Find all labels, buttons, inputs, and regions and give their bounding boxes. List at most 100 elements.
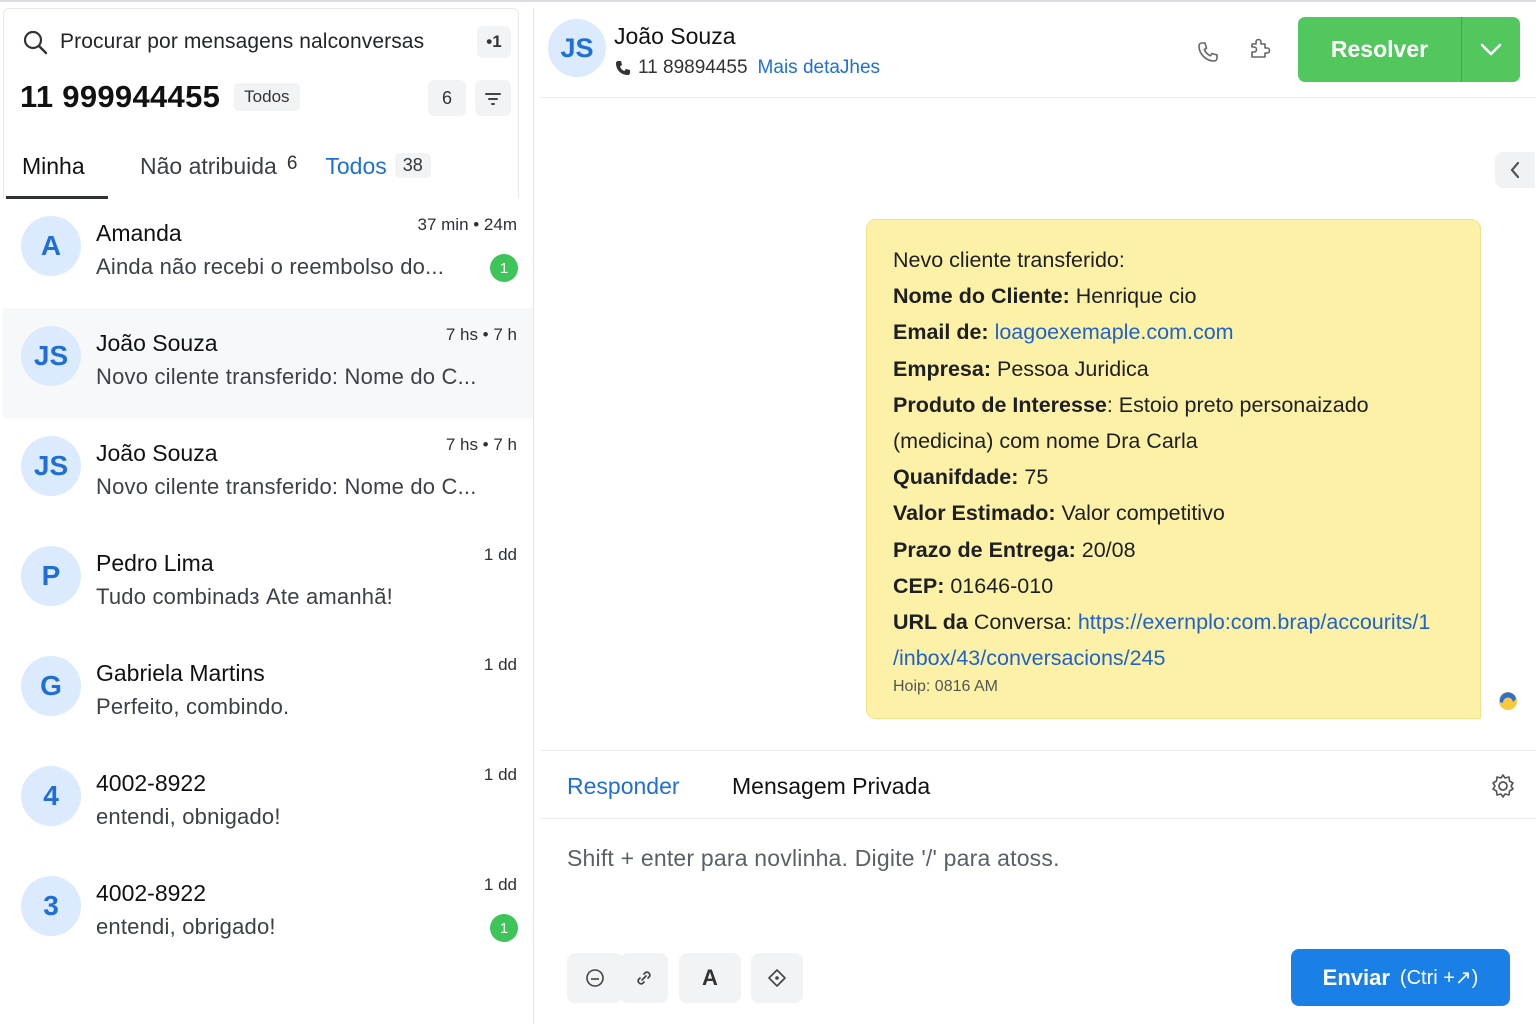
field-estimated-value: Valor Estimado: Valor competitivo — [893, 495, 1456, 531]
reply-tabs: Responder Mensagem Privada — [540, 751, 1536, 819]
contact-name: 4002-8922 — [96, 770, 206, 796]
private-note-bubble: Nevo cliente transferido: Nome do Client… — [866, 219, 1481, 719]
field-email: Email de: loagoexemaple.com.com — [893, 314, 1456, 350]
format-button[interactable]: A — [679, 953, 741, 1003]
conversation-item[interactable]: 4 4002-8922 entendi, obnigado! 1 dd — [3, 748, 533, 858]
contact-subline: 11 89894455 Mais detaJhes — [614, 57, 880, 79]
tab-private-note[interactable]: Mensagem Privada — [732, 773, 930, 800]
message-preview: Novo cilente transferido: Nome do C... — [96, 474, 477, 499]
timestamp: 37 min • 24m — [417, 215, 518, 234]
reply-box: Responder Mensagem Privada Shift + enter… — [540, 750, 1536, 1024]
contact-phone: 11 89894455 — [638, 57, 748, 78]
search-bar[interactable]: Procurar por mensagens nalconversas — [22, 27, 424, 57]
contact-name: João Souza — [614, 23, 736, 49]
send-shortcut-hint: (Ctri +↗) — [1399, 967, 1479, 989]
tag-icon — [768, 969, 786, 987]
send-label: Enviar — [1322, 964, 1390, 990]
field-label: URL da — [893, 610, 968, 635]
message-preview: entendi, obrigado! — [96, 914, 276, 939]
tab-reply[interactable]: Responder — [567, 773, 680, 800]
timestamp: 7 hs • 7 h — [445, 435, 517, 454]
field-url-continued: /inbox/43/conversacions/245 — [893, 640, 1456, 676]
avatar: G — [21, 656, 81, 716]
timestamp: 1 dd — [483, 655, 517, 674]
conversation-item[interactable]: JS João Souza Novo cilente transferido: … — [3, 418, 533, 528]
search-icon — [23, 30, 48, 55]
message-preview: Tudo combinadз Ate amanhã! — [96, 584, 393, 609]
chevron-down-icon — [1480, 43, 1502, 55]
email-link[interactable]: loagoexemaple.com.com — [995, 320, 1234, 344]
contact-name: Pedro Lima — [96, 550, 214, 576]
search-input[interactable]: Procurar por mensagens nalconversas — [60, 30, 424, 54]
timestamp: 1 dd — [483, 545, 517, 564]
contact-name: 4002-8922 — [96, 880, 206, 906]
message-timestamp: Hoip: 0816 AM — [893, 678, 998, 696]
avatar: 4 — [21, 766, 81, 826]
integrations-button[interactable] — [1244, 32, 1276, 64]
emoji-button[interactable] — [567, 953, 623, 1003]
field-product: Produto de Interesse: Estoio preto perso… — [893, 387, 1456, 423]
avatar[interactable]: JS — [548, 19, 606, 77]
field-url: URL da Conversa: https://exernplo:com.br… — [893, 604, 1456, 640]
unread-badge: 1 — [490, 914, 518, 942]
search-badge[interactable]: •1 — [477, 26, 511, 58]
field-value: 01646-010 — [944, 573, 1054, 598]
sender-avatar-icon — [1499, 692, 1517, 710]
contact-name: Amanda — [96, 220, 182, 246]
conversation-item[interactable]: JS João Souza Novo cilente transferido: … — [3, 308, 533, 418]
message-preview: Perfeito, combindo. — [96, 694, 290, 719]
resolve-dropdown-button[interactable] — [1462, 17, 1520, 82]
resolve-button[interactable]: Resolver — [1298, 17, 1462, 82]
conversation-item[interactable]: A Amanda Ainda não recebi o reembolso do… — [3, 198, 533, 308]
chevron-left-icon — [1510, 161, 1520, 179]
conversation-item[interactable]: 3 4002-8922 entendi, obrigado! 1 dd 1 — [3, 858, 533, 968]
field-deadline: Prazo de Entrega: 20/08 — [893, 532, 1456, 568]
resolve-button-group: Resolver — [1298, 17, 1520, 82]
avatar: JS — [21, 326, 81, 386]
contact-name: João Souza — [96, 330, 218, 356]
tab-label: Não atribuida — [140, 153, 277, 179]
emoji-icon — [586, 969, 604, 987]
more-details-link[interactable]: Mais detaJhes — [758, 57, 881, 79]
field-label-cont: Conversa: — [967, 610, 1078, 635]
phone-icon — [616, 61, 630, 75]
avatar: JS — [21, 436, 81, 496]
send-button[interactable]: Enviar (Ctri +↗) — [1291, 949, 1510, 1006]
label-button[interactable] — [751, 953, 803, 1003]
tab-todos[interactable]: Todos 38 — [325, 141, 431, 199]
call-button[interactable] — [1192, 36, 1224, 68]
field-value: Pessoa Juridica — [991, 356, 1149, 381]
tab-nao-atribuida[interactable]: Não atribuida 6 — [140, 141, 297, 199]
field-value: 75 — [1018, 465, 1049, 490]
conversation-url-link-cont[interactable]: /inbox/43/conversacions/245 — [893, 646, 1166, 670]
top-divider — [0, 0, 1536, 2]
toggle-sidebar-button[interactable] — [1495, 152, 1535, 188]
tab-minha[interactable]: Minha — [6, 141, 108, 199]
phone-icon — [1198, 42, 1218, 62]
sidebar-header: Procurar por mensagens nalconversas •1 1… — [3, 8, 519, 199]
field-cep: CEP: 01646-010 — [893, 568, 1456, 604]
avatar: P — [21, 546, 81, 606]
status-filter[interactable]: Todos — [234, 83, 300, 111]
message-preview: Novo cilente transferido: Nome do C... — [96, 364, 477, 389]
field-product-continued: (medicina) com nome Dra Carla — [893, 429, 1198, 454]
unread-badge: 1 — [490, 254, 518, 282]
conversation-header: JS João Souza 11 89894455 Mais detaJhes … — [540, 8, 1536, 98]
gear-icon[interactable] — [1490, 773, 1516, 799]
field-label: Nome do Cliente: — [893, 284, 1070, 309]
message-preview: Ainda não recebi o reembolso do... — [96, 254, 445, 279]
field-label: Email de: — [893, 320, 989, 345]
timestamp: 1 dd — [483, 875, 517, 894]
conversation-item[interactable]: P Pedro Lima Tudo combinadз Ate amanhã! … — [3, 528, 533, 638]
avatar: A — [21, 216, 81, 276]
timestamp: 1 dd — [483, 765, 517, 784]
filter-icon — [485, 93, 501, 105]
conversation-item[interactable]: G Gabriela Martins Perfeito, combindo. 1… — [3, 638, 533, 748]
field-company: Empresa: Pessoa Juridica — [893, 351, 1456, 387]
contact-name: Gabriela Martins — [96, 660, 265, 686]
open-count-badge[interactable]: 6 — [428, 80, 466, 116]
conversation-url-link[interactable]: https://exernplo:com.brap/accourits/1 — [1078, 610, 1431, 634]
message-input[interactable]: Shift + enter para novlinha. Digite '/' … — [567, 845, 1060, 872]
filter-button[interactable] — [475, 80, 511, 116]
attach-button[interactable] — [620, 953, 668, 1003]
